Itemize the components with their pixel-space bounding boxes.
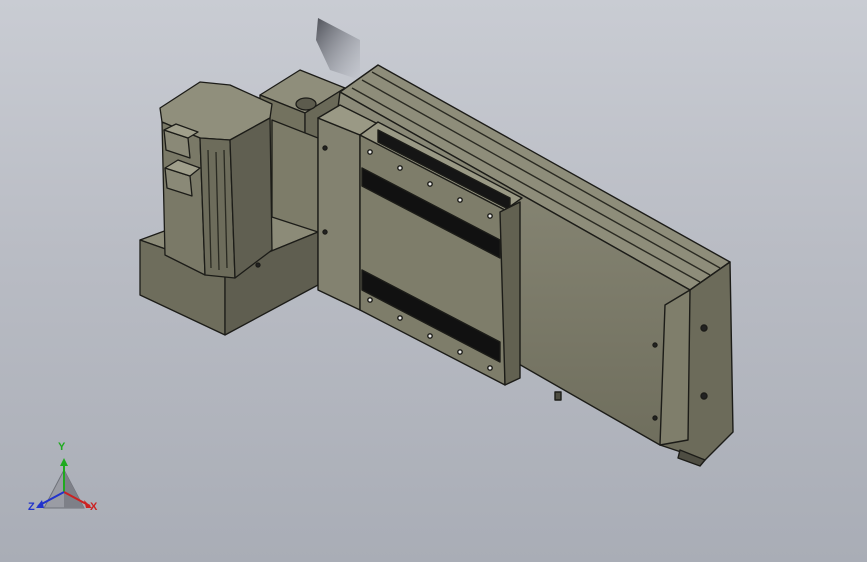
carriage-bolt — [367, 149, 373, 155]
carriage-bolt — [487, 213, 493, 219]
end-cap-hole — [652, 342, 658, 348]
plate-bolt — [322, 145, 328, 151]
end-cap-hole — [652, 415, 658, 421]
motor[interactable] — [159, 81, 273, 279]
carriage-bolt — [427, 333, 433, 339]
y-axis-label: Y — [58, 441, 66, 453]
x-axis-label: X — [90, 501, 98, 513]
z-axis-arrow — [36, 500, 44, 508]
end-cap-hole — [700, 324, 708, 332]
end-cap-rim — [659, 289, 691, 446]
motor-right-face — [229, 117, 273, 279]
carriage-bolt — [397, 315, 403, 321]
actuator-model[interactable] — [0, 0, 867, 562]
cad-viewport[interactable]: Y Z X — [0, 0, 867, 562]
carriage-bolt — [487, 365, 493, 371]
triad-graphic — [36, 458, 92, 509]
model-shadow — [316, 18, 360, 80]
coupling-hole — [295, 97, 317, 111]
motor-base-screw — [255, 262, 261, 268]
bottom-tab — [554, 391, 562, 401]
y-axis-arrow — [60, 458, 68, 466]
carriage-bolt — [367, 297, 373, 303]
carriage-bolt — [427, 181, 433, 187]
plate-bolt — [322, 229, 328, 235]
carriage-bolt — [457, 349, 463, 355]
end-cap-hole — [700, 392, 708, 400]
z-axis-label: Z — [28, 501, 35, 513]
orientation-triad[interactable]: Y Z X — [22, 440, 112, 530]
carriage-bolt — [397, 165, 403, 171]
carriage-bolt — [457, 197, 463, 203]
